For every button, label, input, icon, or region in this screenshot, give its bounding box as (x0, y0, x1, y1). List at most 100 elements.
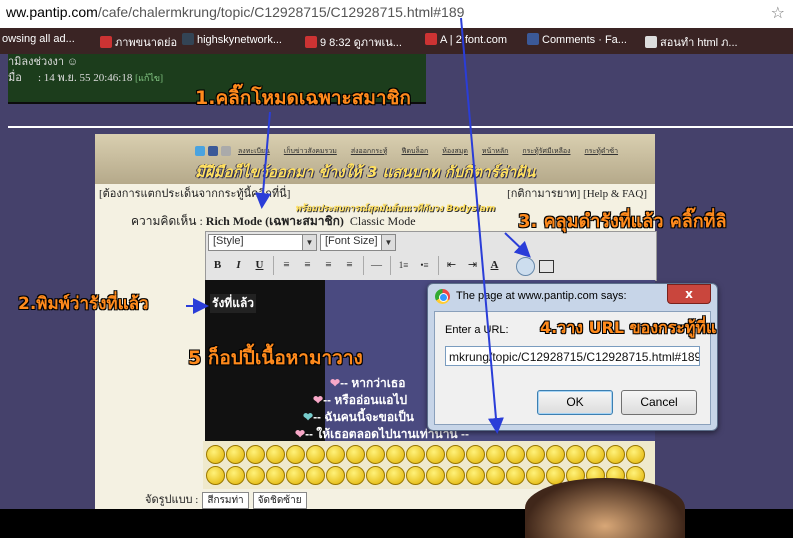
heart-icon: ❤ (330, 376, 341, 390)
mode-label: ความคิดเห็น : (131, 214, 203, 228)
bookmark-item[interactable]: A | 2 font.com (425, 33, 507, 46)
edit-link[interactable]: [แก้ไข] (135, 73, 163, 83)
emoticon-button[interactable] (326, 466, 345, 485)
nav-item[interactable]: ฟีดบล็อก (402, 147, 429, 155)
emoticon-button[interactable] (506, 445, 525, 464)
bookmark-star-icon[interactable]: ☆ (771, 3, 785, 22)
dialog-title: The page at www.pantip.com says: (456, 290, 627, 302)
emoticon-button[interactable] (206, 466, 225, 485)
italic-button[interactable]: I (230, 257, 247, 274)
color-select[interactable]: สีกรมท่า (202, 492, 249, 509)
banner-headline[interactable]: มีฝีมือก็ไขว้ออกมา ข้างให้ 3 แสนบาท กับก… (195, 160, 535, 184)
bookmark-item[interactable]: Comments · Fa... (527, 33, 627, 46)
emoticon-button[interactable] (586, 445, 605, 464)
chrome-icon (435, 289, 450, 304)
justify-button[interactable]: ≡ (341, 257, 358, 274)
share-icon[interactable] (221, 146, 231, 156)
insert-link-icon[interactable] (516, 257, 535, 276)
emoticon-button[interactable] (226, 466, 245, 485)
bookmark-item[interactable]: สอนทำ html ภ... (645, 33, 738, 51)
divider (8, 126, 793, 128)
font-size-select[interactable]: [Font Size] ▼ (320, 234, 396, 251)
emoticon-button[interactable] (506, 466, 525, 485)
horizontal-rule-button[interactable]: — (368, 257, 385, 274)
format-label: จัดรูปแบบ : (145, 494, 199, 506)
outdent-button[interactable]: ⇤ (443, 257, 460, 274)
bookmark-item[interactable]: ภาพขนาดย่อ (100, 33, 177, 51)
classic-mode-link[interactable]: Classic Mode (350, 214, 416, 228)
nav-item[interactable]: เก็บข่าวสังคมรวม (284, 147, 337, 155)
rules-help-links[interactable]: [กติกามารยาท] [Help & FAQ] (507, 184, 647, 202)
emoticon-button[interactable] (306, 466, 325, 485)
indent-button[interactable]: ⇥ (464, 257, 481, 274)
close-button[interactable]: x (667, 284, 711, 304)
numbered-list-button[interactable]: 1≡ (395, 257, 412, 274)
emoticon-button[interactable] (486, 466, 505, 485)
url-text[interactable]: ww.pantip.com/cafe/chalermkrung/topic/C1… (6, 4, 464, 20)
ok-button[interactable]: OK (537, 390, 613, 415)
emoticon-button[interactable] (526, 445, 545, 464)
emoticon-button[interactable] (466, 466, 485, 485)
nav-item[interactable]: ห้องสมุด (442, 147, 468, 155)
emoticon-button[interactable] (246, 445, 265, 464)
emoticon-button[interactable] (266, 466, 285, 485)
emoticon-button[interactable] (626, 445, 645, 464)
emoticon-button[interactable] (426, 445, 445, 464)
emoticon-button[interactable] (606, 445, 625, 464)
emoticon-button[interactable] (566, 445, 585, 464)
emoticon-button[interactable] (426, 466, 445, 485)
emoticon-button[interactable] (446, 466, 465, 485)
emoticon-button[interactable] (446, 445, 465, 464)
align-center-button[interactable]: ≡ (299, 257, 316, 274)
facebook-icon[interactable] (208, 146, 218, 156)
emoticon-button[interactable] (346, 445, 365, 464)
bold-button[interactable]: B (209, 257, 226, 274)
nav-item[interactable]: ส่งออกกระทู้ (351, 147, 388, 155)
bookmark-item[interactable]: highskynetwork... (182, 33, 282, 46)
branch-topic-link[interactable]: [ต้องการแตกประเด็นจากกระทู้นี้คลิกที่นี่… (99, 184, 290, 202)
emoticon-button[interactable] (226, 445, 245, 464)
font-color-button[interactable]: A (486, 257, 503, 274)
url-input[interactable]: mkrung/topic/C12928715/C12928715.html#18… (445, 346, 700, 366)
bookmark-item[interactable]: 9 8:32 ดูภาพเน... (305, 33, 402, 51)
emoticon-button[interactable] (366, 445, 385, 464)
emoticon-button[interactable] (326, 445, 345, 464)
nav-item[interactable]: กระทู้ดำซ้า (585, 147, 619, 155)
emoticon-button[interactable] (246, 466, 265, 485)
style-select[interactable]: [Style] ▼ (208, 234, 317, 251)
emoticon-button[interactable] (286, 445, 305, 464)
emoticon-button[interactable] (406, 466, 425, 485)
bookmark-item[interactable]: owsing all ad... (2, 33, 75, 45)
emoticon-button[interactable] (366, 466, 385, 485)
emoticon-button[interactable] (486, 445, 505, 464)
emoticon-button[interactable] (386, 445, 405, 464)
address-bar[interactable]: ww.pantip.com/cafe/chalermkrung/topic/C1… (0, 0, 793, 29)
emoticon-button[interactable] (206, 445, 225, 464)
emoticon-button[interactable] (266, 445, 285, 464)
align-right-button[interactable]: ≡ (320, 257, 337, 274)
emoticon-button[interactable] (546, 445, 565, 464)
underline-button[interactable]: U (251, 257, 268, 274)
nav-item[interactable]: กระทู้รัศมีเหลือง (522, 147, 570, 155)
insert-image-icon[interactable] (539, 260, 554, 273)
emoticon-button[interactable] (286, 466, 305, 485)
emoticon-button[interactable] (386, 466, 405, 485)
nav-item[interactable]: หน้าหลัก (482, 147, 508, 155)
emoticon-button[interactable] (466, 445, 485, 464)
sigma-icon (182, 33, 194, 45)
align-left-button[interactable]: ≡ (278, 257, 295, 274)
emoticon-button[interactable] (406, 445, 425, 464)
cancel-button[interactable]: Cancel (621, 390, 697, 415)
emoticon-button[interactable] (526, 466, 545, 485)
bookmark-icon (645, 36, 657, 48)
rich-mode-link[interactable]: Rich Mode (เฉพาะสมาชิก) (206, 214, 344, 228)
twitter-icon[interactable] (195, 146, 205, 156)
nav-item[interactable]: ลงทะเบียน (238, 147, 270, 155)
align-select[interactable]: จัดชิดซ้าย (252, 492, 307, 509)
emoticon-button[interactable] (306, 445, 325, 464)
toolbar-separator (363, 256, 364, 275)
step-4-annotation: 4.วาง URL ของกระทู้ที่แ (540, 318, 717, 337)
bullet-list-button[interactable]: •≡ (416, 257, 433, 274)
emoticon-button[interactable] (346, 466, 365, 485)
step-5-annotation: 5 ก็อปปี้เนื้อหามาวาง (188, 347, 363, 369)
